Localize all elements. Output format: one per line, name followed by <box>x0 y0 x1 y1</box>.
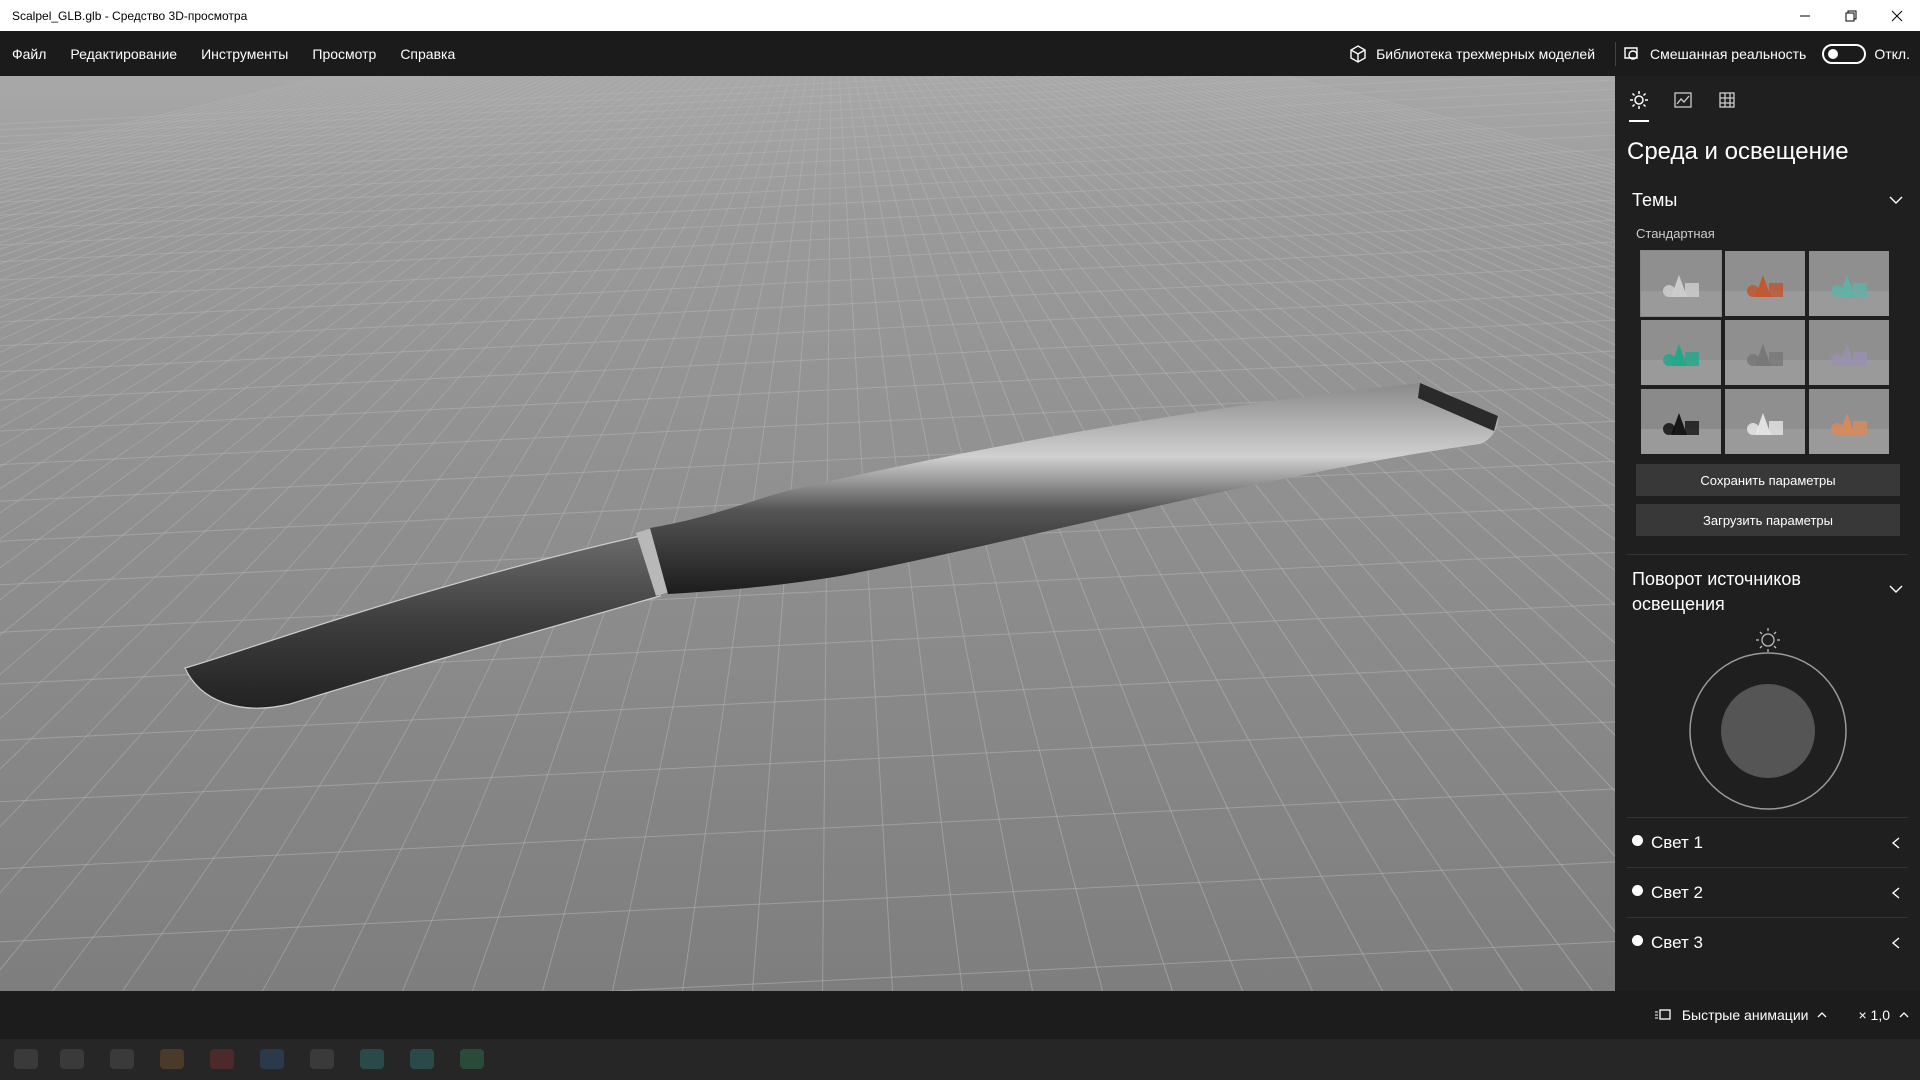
theme-thumbnail-orange-blue-shapes[interactable] <box>1809 389 1889 454</box>
taskbar-icon[interactable] <box>310 1049 334 1069</box>
taskbar-icon[interactable] <box>360 1049 384 1069</box>
theme-thumbnail-grey-shapes[interactable] <box>1725 320 1805 385</box>
taskbar-icon[interactable] <box>460 1049 484 1069</box>
chevron-up-icon[interactable] <box>1816 1009 1828 1021</box>
chevron-down-icon <box>1889 196 1903 204</box>
3d-viewport[interactable] <box>0 76 1615 991</box>
animation-speed[interactable]: × 1,0 <box>1858 1007 1890 1023</box>
grid-icon <box>1719 92 1735 108</box>
tab-environment[interactable] <box>1627 85 1651 122</box>
taskbar-icon[interactable] <box>60 1049 84 1069</box>
toggle-knob <box>1828 48 1839 59</box>
chevron-up-icon[interactable] <box>1898 1009 1910 1021</box>
mixed-reality-toggle[interactable] <box>1822 43 1867 64</box>
status-bar: Быстрые анимации × 1,0 <box>0 991 1920 1039</box>
light-color-dot <box>1632 885 1643 896</box>
close-icon <box>1891 10 1903 21</box>
tab-stats[interactable] <box>1671 85 1695 115</box>
cube-icon <box>1350 44 1366 63</box>
minimize-button[interactable] <box>1782 0 1828 31</box>
taskbar-icon[interactable] <box>14 1049 38 1069</box>
light-row-1[interactable]: Свет 1 <box>1627 817 1908 867</box>
taskbar-icon[interactable] <box>110 1049 134 1069</box>
window-title: Scalpel_GLB.glb - Средство 3D-просмотра <box>12 8 248 23</box>
close-button[interactable] <box>1874 0 1920 31</box>
sun-icon <box>1630 91 1648 109</box>
3d-library-button[interactable]: Библиотека трехмерных моделей <box>1334 31 1609 76</box>
dial-graphic <box>1689 628 1847 810</box>
light-color-dot <box>1632 835 1643 846</box>
taskbar-icon[interactable] <box>260 1049 284 1069</box>
minimize-icon <box>1800 15 1810 16</box>
menu-file[interactable]: Файл <box>0 31 58 76</box>
taskbar <box>0 1039 1920 1080</box>
menu-tools[interactable]: Инструменты <box>189 31 300 76</box>
theme-thumbnail-lavender-shapes[interactable] <box>1809 320 1889 385</box>
menu-separator <box>1615 41 1617 66</box>
taskbar-icon[interactable] <box>410 1049 434 1069</box>
themes-subheading: Стандартная <box>1636 226 1715 241</box>
chevron-left-icon <box>1891 936 1900 949</box>
light-label: Свет 2 <box>1651 882 1703 902</box>
theme-thumbnail-teal-shapes[interactable] <box>1809 251 1889 316</box>
theme-thumbnail-black-shapes[interactable] <box>1641 389 1721 454</box>
light-row-3[interactable]: Свет 3 <box>1627 917 1908 967</box>
title-bar: Scalpel_GLB.glb - Средство 3D-просмотра <box>0 0 1920 31</box>
restore-icon <box>1845 10 1857 21</box>
panel-tabs <box>1615 76 1920 124</box>
light-rotation-header[interactable]: Поворот источников освещения <box>1615 555 1920 617</box>
mixed-reality-state: Откл. <box>1874 45 1910 62</box>
chevron-left-icon <box>1891 836 1900 849</box>
tab-mesh[interactable] <box>1715 85 1739 115</box>
mixed-reality-icon <box>1624 46 1638 60</box>
theme-thumbnail-white-shapes[interactable] <box>1640 250 1722 317</box>
chevron-down-icon <box>1889 585 1903 593</box>
panel-title: Среда и освещение <box>1627 138 1849 165</box>
theme-thumbnail-green-shapes[interactable] <box>1641 320 1721 385</box>
menu-edit[interactable]: Редактирование <box>58 31 189 76</box>
3d-library-label: Библиотека трехмерных моделей <box>1376 45 1596 62</box>
light-label: Свет 1 <box>1651 832 1703 852</box>
stats-icon <box>1674 92 1692 108</box>
chevron-left-icon <box>1891 886 1900 899</box>
theme-thumbnail-white-shapes-2[interactable] <box>1725 389 1805 454</box>
light-rotation-dial[interactable] <box>1615 617 1920 817</box>
light-row-2[interactable]: Свет 2 <box>1627 867 1908 917</box>
menu-help[interactable]: Справка <box>388 31 467 76</box>
menu-view[interactable]: Просмотр <box>300 31 388 76</box>
save-settings-button[interactable]: Сохранить параметры <box>1636 464 1900 496</box>
light-rotation-label: Поворот источников освещения <box>1632 569 1801 614</box>
themes-label: Темы <box>1632 189 1678 210</box>
quick-animations-label[interactable]: Быстрые анимации <box>1682 1007 1809 1023</box>
restore-button[interactable] <box>1828 0 1874 31</box>
themes-grid <box>1615 250 1920 454</box>
light-label: Свет 3 <box>1651 932 1703 952</box>
themes-section-header[interactable]: Темы <box>1615 184 1920 216</box>
viewport-scene <box>0 76 1615 991</box>
mixed-reality-group: Смешанная реальность Откл. <box>1622 31 1920 76</box>
environment-panel: Среда и освещение Темы Стандартная Сохра… <box>1615 76 1920 991</box>
light-color-dot <box>1632 935 1643 946</box>
mixed-reality-label: Смешанная реальность <box>1650 45 1807 62</box>
load-settings-button[interactable]: Загрузить параметры <box>1636 504 1900 536</box>
light-sun-icon <box>1756 628 1780 652</box>
menu-bar: Файл Редактирование Инструменты Просмотр… <box>0 31 1920 76</box>
theme-thumbnail-red-shapes[interactable] <box>1725 251 1805 316</box>
taskbar-icon[interactable] <box>160 1049 184 1069</box>
taskbar-icon[interactable] <box>210 1049 234 1069</box>
animation-icon <box>1654 1009 1671 1020</box>
